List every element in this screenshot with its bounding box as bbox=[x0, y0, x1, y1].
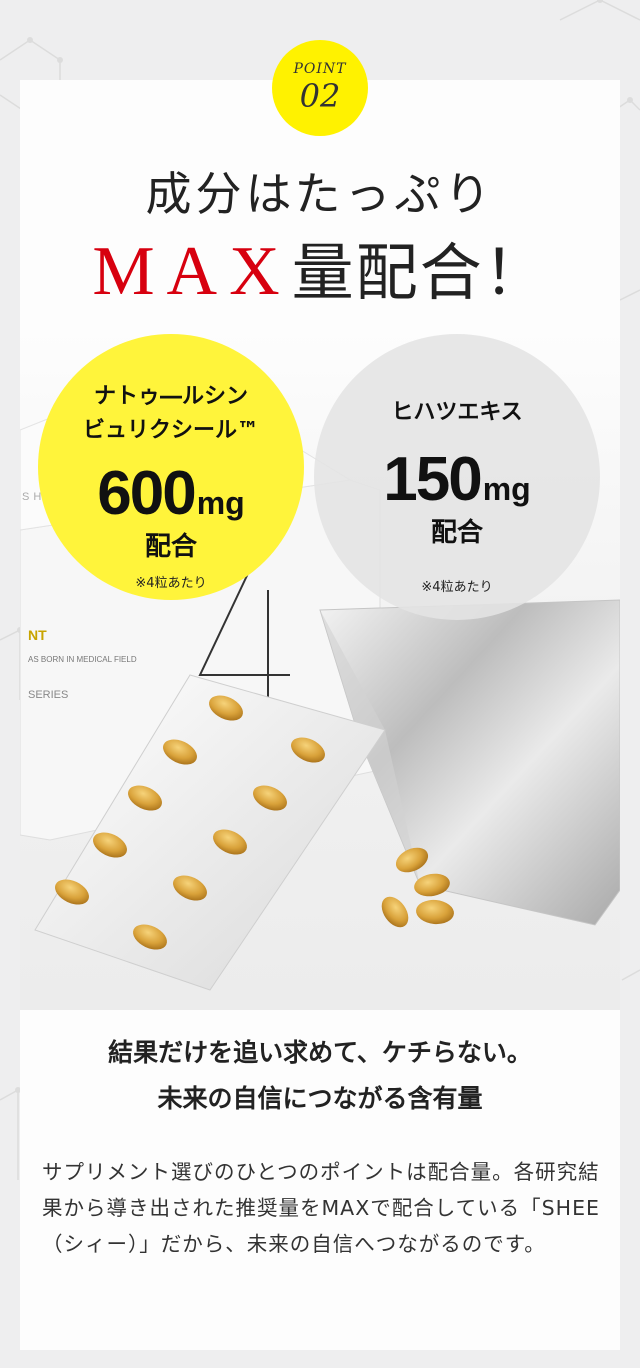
body-paragraph: サプリメント選びのひとつのポイントは配合量。各研究結果から導き出された推奨量をM… bbox=[42, 1160, 600, 1256]
headline-line2-rest: 量配合！ bbox=[291, 236, 548, 309]
ingredient-name-line2: ビュリクシール™ bbox=[82, 418, 259, 443]
ingredient-suffix: 配合 bbox=[144, 532, 197, 562]
ingredient-suffix: 配合 bbox=[430, 518, 483, 548]
headline-line2: MAX量配合！ bbox=[0, 222, 640, 312]
ingredient-circle-naturecin: ナトゥ―ルシン ビュリクシール™ 600mg 配合 ※4粒あたり bbox=[38, 334, 304, 600]
ingredient-note: ※4粒あたり bbox=[421, 580, 493, 595]
subheading-line1: 結果だけを追い求めて、ケチらない。 bbox=[108, 1038, 532, 1067]
amount-value: 150 bbox=[383, 445, 482, 514]
package-tagline: AS BORN IN MEDICAL FIELD bbox=[28, 655, 137, 664]
ingredient-amount: 150mg bbox=[314, 444, 600, 515]
ingredient-circle-hihatsu: ヒハツエキス 150mg 配合 ※4粒あたり bbox=[314, 334, 600, 620]
point-number: 02 bbox=[299, 77, 341, 115]
headline-line1: 成分はたっぷり bbox=[145, 167, 495, 221]
subheading-line2: 未来の自信につながる含有量 bbox=[157, 1084, 483, 1113]
amount-unit: mg bbox=[196, 485, 245, 521]
ingredient-name: ヒハツエキス bbox=[391, 400, 523, 425]
point-label: POINT bbox=[293, 61, 347, 77]
package-series: SERIES bbox=[28, 689, 68, 701]
amount-value: 600 bbox=[97, 459, 196, 528]
headline-accent: MAX bbox=[92, 233, 292, 310]
amount-unit: mg bbox=[482, 471, 531, 507]
ingredient-note: ※4粒あたり bbox=[135, 576, 207, 591]
ingredient-amount: 600mg bbox=[38, 458, 304, 529]
package-brand-partial: NT bbox=[28, 627, 47, 643]
point-badge: POINT 02 bbox=[272, 40, 368, 136]
ingredient-name-line1: ナトゥ―ルシン bbox=[93, 384, 248, 409]
